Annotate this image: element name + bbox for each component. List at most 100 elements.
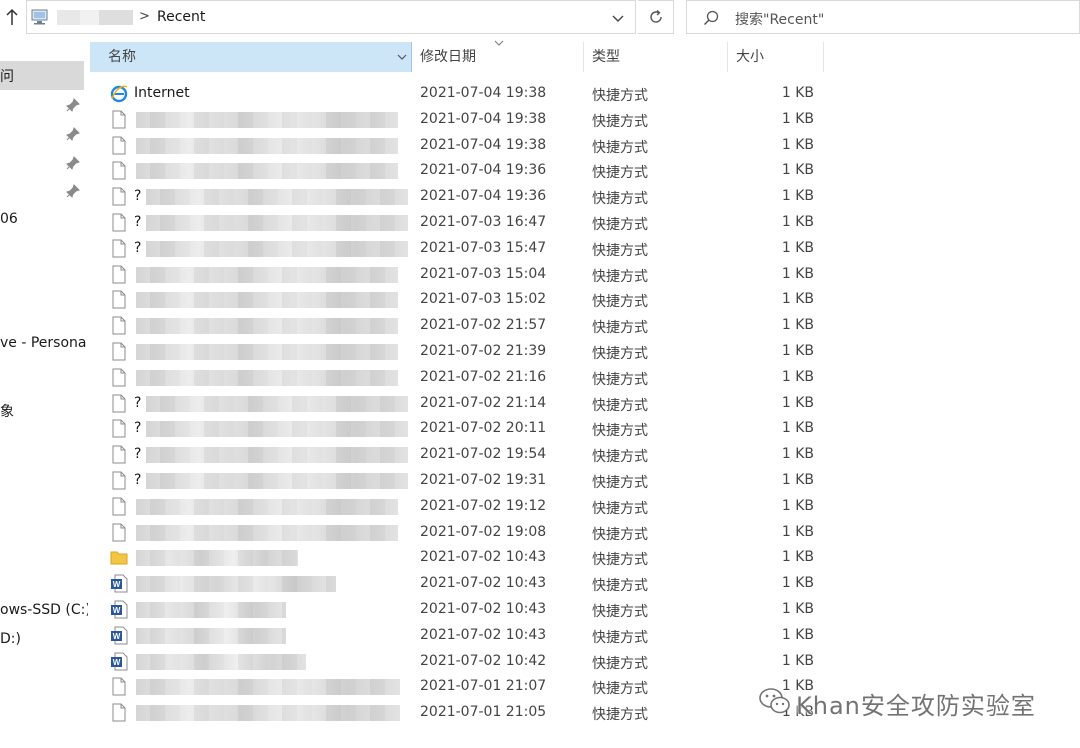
file-name-redacted (136, 318, 398, 335)
file-size: 1 KB (781, 472, 814, 488)
file-date: 2021-07-04 19:36 (420, 162, 547, 179)
file-row[interactable]: ? 2021-07-02 20:11 快捷方式 1 KB (90, 416, 824, 442)
file-row[interactable]: 2021-07-03 15:02 快捷方式 1 KB (90, 287, 824, 313)
file-row[interactable]: W 2021-07-02 10:42 快捷方式 1 KB (90, 649, 824, 675)
breadcrumb-separator: > (139, 9, 150, 24)
folder-icon (110, 548, 128, 567)
file-row[interactable]: 2021-07-04 19:38 快捷方式 1 KB (90, 107, 824, 133)
refresh-button[interactable] (638, 0, 674, 34)
file-type: 快捷方式 (592, 397, 648, 414)
file-row[interactable]: 2021-07-02 21:57 快捷方式 1 KB (90, 313, 824, 339)
file-icon (110, 368, 128, 387)
file-name-redacted (146, 240, 408, 257)
file-type: 快捷方式 (592, 268, 648, 285)
file-name: ? (134, 472, 142, 488)
file-type: 快捷方式 (592, 578, 648, 595)
pin-icon[interactable] (66, 98, 80, 112)
file-size: 1 KB (781, 652, 814, 669)
file-icon (110, 161, 128, 180)
word-icon: W (110, 600, 128, 619)
file-date: 2021-07-01 21:05 (420, 704, 547, 721)
column-header-type-label: 类型 (592, 49, 620, 65)
file-row[interactable]: 2021-07-02 21:39 快捷方式 1 KB (90, 339, 824, 365)
nav-item-drive-d[interactable]: D:) (0, 631, 21, 647)
file-row[interactable]: ? 2021-07-03 15:47 快捷方式 1 KB (90, 236, 824, 262)
file-size: 1 KB (781, 626, 814, 643)
watermark: Khan安全攻防实验室 (758, 684, 1058, 720)
file-type: 快捷方式 (592, 655, 648, 672)
watermark-text: Khan安全攻防实验室 (796, 692, 1036, 720)
file-date: 2021-07-02 10:43 (420, 575, 547, 592)
file-row[interactable]: W 2021-07-02 10:43 快捷方式 1 KB (90, 571, 824, 597)
file-row[interactable]: 2021-07-01 21:05 快捷方式 1 KB (90, 700, 824, 726)
file-name: ? (134, 446, 142, 463)
file-date: 2021-07-02 19:54 (420, 446, 547, 463)
file-row[interactable]: ? 2021-07-02 21:14 快捷方式 1 KB (90, 391, 824, 417)
column-header-size[interactable]: 大小 (728, 42, 824, 72)
file-icon (110, 497, 128, 516)
file-size: 1 KB (781, 162, 814, 179)
file-date: 2021-07-04 19:38 (420, 136, 547, 153)
file-type: 快捷方式 (592, 604, 648, 620)
file-row[interactable]: ? 2021-07-04 19:36 快捷方式 1 KB (90, 184, 824, 210)
file-type: 快捷方式 (592, 113, 648, 130)
file-type: 快捷方式 (592, 423, 648, 440)
file-name-redacted (136, 705, 400, 722)
nav-item-onedrive[interactable]: ve - Persona (0, 335, 86, 351)
nav-item-drive-c[interactable]: ows-SSD (C:) (0, 602, 88, 618)
up-button[interactable] (2, 6, 22, 28)
file-date: 2021-07-04 19:36 (420, 188, 547, 205)
file-row[interactable]: 2021-07-02 21:16 快捷方式 1 KB (90, 365, 824, 391)
word-icon: W (110, 574, 128, 593)
pin-icon[interactable] (66, 127, 80, 141)
file-date: 2021-07-02 10:43 (420, 549, 547, 566)
chevron-down-icon[interactable] (397, 53, 407, 61)
file-row[interactable]: ? 2021-07-02 19:31 快捷方式 1 KB (90, 468, 824, 494)
file-size: 1 KB (781, 85, 814, 101)
file-name-redacted (146, 421, 408, 438)
file-row[interactable]: W 2021-07-02 10:43 快捷方式 1 KB (90, 623, 824, 649)
address-bar[interactable]: > Recent (26, 0, 636, 34)
breadcrumb-current-folder[interactable]: Recent (157, 9, 205, 25)
file-size: 1 KB (781, 239, 814, 256)
file-icon (110, 471, 128, 490)
file-row[interactable]: ? 2021-07-03 16:47 快捷方式 1 KB (90, 210, 824, 236)
file-row[interactable]: 2021-07-04 19:36 快捷方式 1 KB (90, 158, 824, 184)
file-name-redacted (136, 498, 398, 515)
file-row[interactable]: 2021-07-04 19:38 快捷方式 1 KB (90, 133, 824, 159)
file-row[interactable]: 2021-07-03 15:04 快捷方式 1 KB (90, 262, 824, 288)
file-row[interactable]: 2021-07-02 19:12 快捷方式 1 KB (90, 494, 824, 520)
search-box[interactable]: 搜索"Recent" (686, 0, 1080, 34)
pin-icon[interactable] (66, 156, 80, 170)
file-name-redacted (136, 369, 398, 386)
word-icon: W (110, 626, 128, 645)
file-name: ? (134, 214, 142, 230)
column-header-date[interactable]: 修改日期 (412, 42, 584, 72)
file-row[interactable]: 2021-07-02 19:08 快捷方式 1 KB (90, 520, 824, 546)
file-row[interactable]: W 2021-07-02 10:43 快捷方式 1 KB (90, 597, 824, 623)
address-toolbar: > Recent 搜索"Recent" (0, 0, 1080, 36)
file-date: 2021-07-02 10:42 (420, 652, 547, 669)
pin-icon[interactable] (66, 184, 80, 198)
nav-item-3d-objects[interactable]: 象 (0, 401, 14, 421)
column-header-type[interactable]: 类型 (584, 42, 728, 72)
refresh-icon (649, 9, 662, 23)
file-icon (110, 342, 128, 361)
file-row[interactable]: 2021-07-02 10:43 快捷方式 1 KB (90, 545, 824, 571)
file-date: 2021-07-02 20:11 (420, 420, 547, 437)
file-type: 快捷方式 (592, 475, 648, 491)
chevron-down-icon[interactable] (611, 11, 625, 25)
nav-item-folder-06[interactable]: 06 (0, 211, 18, 227)
column-header-date-label: 修改日期 (420, 49, 476, 65)
file-type: 快捷方式 (592, 165, 648, 182)
column-header-name[interactable]: 名称 (90, 42, 412, 72)
file-type: 快捷方式 (592, 449, 648, 466)
file-icon (110, 677, 128, 696)
file-row[interactable]: ? 2021-07-02 19:54 快捷方式 1 KB (90, 442, 824, 468)
file-row[interactable]: Internet 2021-07-04 19:38 快捷方式 1 KB (90, 81, 824, 107)
file-date: 2021-07-02 19:31 (420, 472, 547, 488)
file-row[interactable]: 2021-07-01 21:07 快捷方式 1 KB (90, 674, 824, 700)
nav-item-quick-access[interactable]: 问 (0, 66, 14, 86)
file-type: 快捷方式 (592, 88, 648, 104)
file-type: 快捷方式 (592, 217, 648, 233)
